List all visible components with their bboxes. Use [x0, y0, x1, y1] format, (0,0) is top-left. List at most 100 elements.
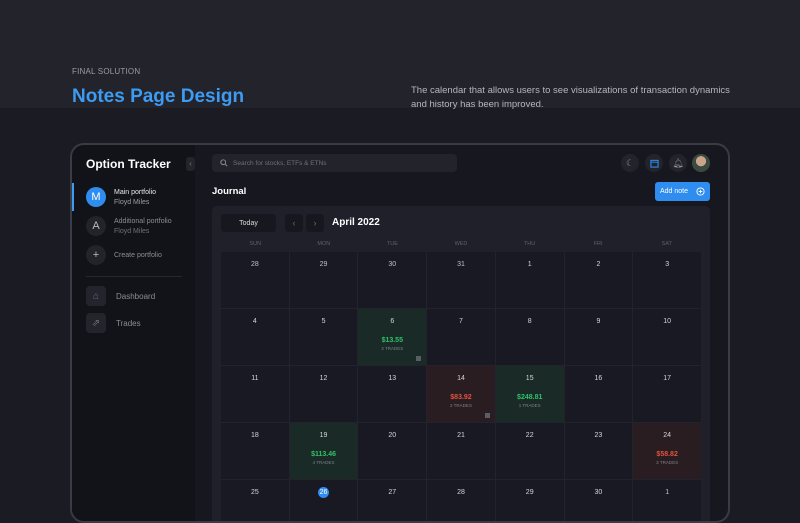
calendar-day[interactable]: 2: [564, 252, 633, 308]
weekday-label: SAT: [661, 241, 672, 247]
calendar-day[interactable]: 17: [633, 366, 701, 422]
calendar-day[interactable]: 16: [564, 366, 633, 422]
day-number: 29: [525, 489, 534, 496]
calendar-button[interactable]: [645, 154, 663, 172]
calendar-day[interactable]: 28: [427, 480, 495, 521]
calendar-day[interactable]: 8: [495, 309, 564, 365]
calendar-day[interactable]: 5: [289, 309, 358, 365]
sidebar: Option Tracker ‹ M Main portfolio Floyd M…: [72, 145, 195, 521]
calendar-day[interactable]: 9: [564, 309, 633, 365]
calendar-day[interactable]: 12: [289, 366, 358, 422]
create-portfolio-button[interactable]: + Create portfolio: [86, 245, 162, 265]
day-number: 8: [527, 318, 532, 325]
calendar-day[interactable]: 31: [427, 252, 495, 308]
trade-count: 2 TRADES: [450, 403, 472, 408]
calendar-day[interactable]: 29: [495, 480, 564, 521]
weekday-label: THU: [523, 241, 536, 247]
weekday-header: SUN MON TUE WED THU FRI SAT: [221, 241, 701, 247]
calendar-day[interactable]: 25: [221, 480, 289, 521]
day-number: 15: [525, 375, 534, 382]
user-avatar[interactable]: [692, 154, 710, 172]
calendar-day[interactable]: 26: [289, 480, 358, 521]
note-icon[interactable]: [416, 356, 422, 361]
pnl-amount: $113.46: [311, 451, 337, 458]
day-number: 4: [252, 318, 257, 325]
day-number: 14: [457, 375, 465, 382]
today-button[interactable]: Today: [221, 214, 276, 232]
calendar-day[interactable]: 11: [221, 366, 289, 422]
calendar-day[interactable]: 23: [564, 423, 633, 479]
plus-icon: +: [86, 245, 106, 265]
day-number: 16: [594, 375, 603, 382]
calendar-day[interactable]: 30: [564, 480, 633, 521]
nav-label: Trades: [116, 318, 141, 328]
day-number: 22: [525, 432, 534, 439]
day-number: 28: [250, 261, 259, 268]
weekday-label: TUE: [386, 241, 398, 247]
day-number: 20: [388, 432, 397, 439]
calendar-day[interactable]: 15 $248.81 1 TRADES: [495, 366, 564, 422]
day-number: 5: [321, 318, 326, 325]
add-note-button[interactable]: Add note: [655, 182, 710, 201]
month-label: April 2022: [332, 217, 380, 228]
calendar-day[interactable]: 13: [358, 366, 427, 422]
day-number: 18: [250, 432, 259, 439]
description: The calendar that allows users to see vi…: [411, 85, 730, 110]
nav-dashboard[interactable]: ⌂ Dashboard: [86, 286, 155, 306]
day-number: 28: [457, 489, 465, 496]
day-number: 26: [318, 487, 330, 498]
calendar-day[interactable]: 29: [289, 252, 358, 308]
calendar-day[interactable]: 28: [221, 252, 289, 308]
nav-label: Dashboard: [116, 291, 156, 301]
day-number: 24: [663, 432, 672, 439]
portfolio-owner: Floyd Miles: [114, 227, 150, 235]
search-input[interactable]: Search for stocks, ETFs & ETNs: [212, 154, 457, 172]
calendar-day[interactable]: 3: [633, 252, 701, 308]
calendar-day[interactable]: 6 $13.55 2 TRADES: [358, 309, 427, 365]
prev-month-button[interactable]: ‹: [285, 214, 303, 232]
day-number: 19: [319, 432, 328, 439]
calendar-day[interactable]: 1: [495, 252, 564, 308]
search-icon: [220, 159, 228, 167]
portfolio-main[interactable]: M Main portfolio Floyd Miles: [86, 187, 156, 207]
calendar-panel: Today ‹ › April 2022 SUN MON TUE WED THU FRI S…: [212, 206, 710, 521]
create-portfolio-label: Create portfolio: [114, 251, 162, 259]
calendar-day[interactable]: 19 $113.46 4 TRADES: [289, 423, 358, 479]
notifications-button[interactable]: 🔔︎: [669, 154, 687, 172]
pnl-amount: $58.82: [656, 451, 678, 458]
calendar-day[interactable]: 27: [358, 480, 427, 521]
trade-count: 1 TRADES: [518, 403, 541, 408]
day-number: 23: [594, 432, 603, 439]
collapse-sidebar-button[interactable]: ‹: [186, 157, 195, 171]
weekday-label: SUN: [249, 241, 262, 247]
calendar-day[interactable]: 20: [358, 423, 427, 479]
calendar-day[interactable]: 10: [633, 309, 701, 365]
weekday-label: WED: [454, 241, 468, 247]
next-month-button[interactable]: ›: [306, 214, 324, 232]
day-number: 10: [663, 318, 672, 325]
calendar-day[interactable]: 4: [221, 309, 289, 365]
divider: [86, 276, 182, 277]
calendar-day[interactable]: 22: [495, 423, 564, 479]
trade-count: 3 TRADES: [656, 460, 679, 465]
day-number: 13: [388, 375, 397, 382]
calendar-day[interactable]: 14 $83.92 2 TRADES: [427, 366, 495, 422]
pnl-amount: $248.81: [517, 394, 543, 401]
day-number: 17: [663, 375, 672, 382]
calendar-day[interactable]: 1: [633, 480, 701, 521]
portfolio-additional[interactable]: A Additional portfolio Floyd Miles: [86, 216, 172, 236]
calendar-icon: [649, 159, 659, 168]
calendar-day[interactable]: 18: [221, 423, 289, 479]
calendar-day[interactable]: 24 $58.82 3 TRADES: [633, 423, 701, 479]
trades-icon: ⇗: [86, 313, 106, 333]
calendar-day[interactable]: 7: [427, 309, 495, 365]
calendar-day[interactable]: 21: [427, 423, 495, 479]
day-number: 11: [251, 375, 259, 382]
home-icon: ⌂: [86, 286, 106, 306]
day-number: 30: [388, 261, 397, 268]
nav-trades[interactable]: ⇗ Trades: [86, 313, 141, 333]
calendar-grid: 28 29 30 31 1 2 3 4 5 6 $13.55 2 TRADES 7 8 9 10 11 12 13 1…: [221, 252, 701, 521]
calendar-day[interactable]: 30: [358, 252, 427, 308]
note-icon[interactable]: [484, 413, 490, 418]
theme-toggle-button[interactable]: ☾: [621, 154, 639, 172]
